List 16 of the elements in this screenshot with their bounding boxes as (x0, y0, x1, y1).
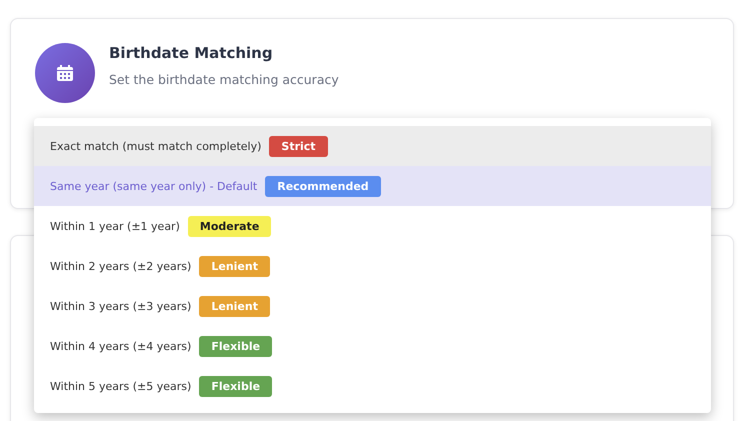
level-tag: Strict (269, 136, 328, 156)
dropdown-option[interactable]: Within 4 years (±4 years) Flexible (34, 326, 711, 366)
dropdown-option[interactable]: Within 1 year (±1 year) Moderate (34, 206, 711, 246)
level-tag: Recommended (265, 176, 381, 196)
level-tag: Lenient (199, 296, 270, 316)
dropdown-option[interactable]: Exact match (must match completely) Strict (34, 126, 711, 166)
dropdown-option[interactable]: Same year (same year only) - Default Recommended (34, 166, 711, 206)
level-tag: Flexible (199, 336, 272, 356)
card-subtitle: Set the birthdate matching accuracy (109, 72, 339, 87)
card-title: Birthdate Matching (109, 44, 274, 62)
level-tag: Lenient (199, 256, 270, 276)
dropdown-option[interactable]: Within 5 years (±5 years) Flexible (34, 366, 711, 406)
dropdown-option[interactable]: Within 3 years (±3 years) Lenient (34, 286, 711, 326)
level-tag: Moderate (188, 216, 272, 236)
dropdown-option[interactable]: Within 2 years (±2 years) Lenient (34, 246, 711, 286)
level-tag: Flexible (199, 376, 272, 396)
